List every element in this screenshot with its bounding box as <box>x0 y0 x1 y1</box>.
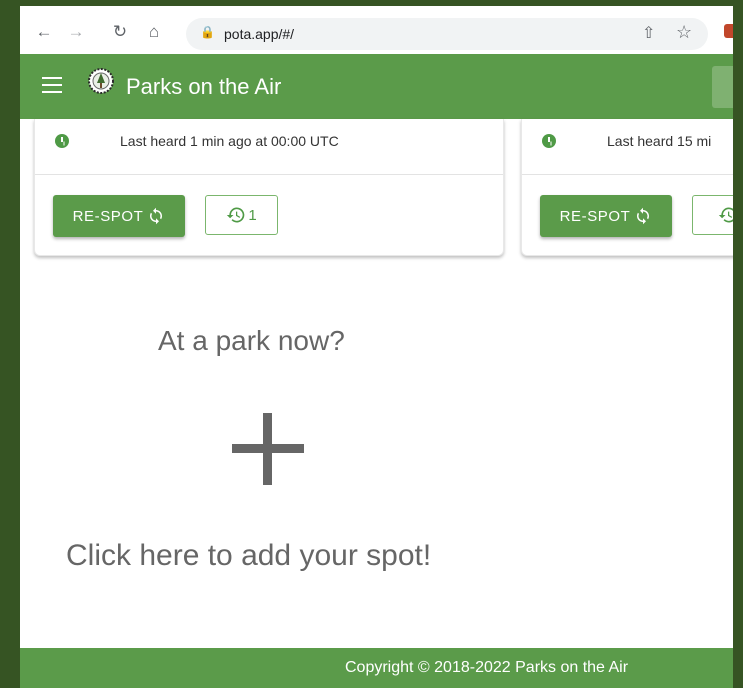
browser-window: ← → ↻ ⌂ 🔒 pota.app/#/ ⇧ ☆ Parks on the A… <box>20 0 733 688</box>
history-count: 1 <box>248 206 257 224</box>
spot-card: Last heard 15 mi RE-SPOT <box>521 119 733 256</box>
respot-button[interactable]: RE-SPOT <box>53 195 185 237</box>
back-icon[interactable]: ← <box>34 21 54 43</box>
home-icon[interactable]: ⌂ <box>144 21 164 43</box>
plus-icon[interactable] <box>232 413 304 485</box>
last-heard-text: Last heard 15 mi <box>607 133 712 149</box>
reload-icon[interactable]: ↻ <box>110 21 130 43</box>
refresh-icon <box>150 207 163 225</box>
share-icon[interactable]: ⇧ <box>642 23 655 43</box>
respot-button[interactable]: RE-SPOT <box>540 195 672 237</box>
last-heard-text: Last heard 1 min ago at 00:00 UTC <box>120 133 339 149</box>
clock-icon <box>542 134 556 148</box>
lock-icon[interactable]: 🔒 <box>200 25 215 39</box>
app-title: Parks on the Air <box>126 74 282 99</box>
respot-label: RE-SPOT <box>559 207 631 225</box>
forward-icon[interactable]: → <box>66 21 86 43</box>
history-icon <box>227 207 245 223</box>
respot-label: RE-SPOT <box>72 207 144 225</box>
clock-icon <box>55 134 69 148</box>
footer: Copyright © 2018-2022 Parks on the Air <box>20 648 733 688</box>
extension-icon[interactable] <box>724 24 733 38</box>
header-action-button[interactable] <box>712 66 733 108</box>
browser-toolbar: ← → ↻ ⌂ 🔒 pota.app/#/ ⇧ ☆ <box>20 0 733 54</box>
last-heard-row: Last heard 15 mi <box>522 119 733 175</box>
spot-history-button[interactable] <box>692 195 733 235</box>
address-bar[interactable]: 🔒 pota.app/#/ ⇧ ☆ <box>186 18 708 50</box>
bookmark-star-icon[interactable]: ☆ <box>676 22 692 43</box>
history-icon <box>718 207 733 223</box>
main-content: Last heard 1 min ago at 00:00 UTC RE-SPO… <box>20 119 733 648</box>
spot-history-button[interactable]: 1 <box>205 195 278 235</box>
app-header: Parks on the Air <box>20 54 733 119</box>
add-spot-link[interactable]: Click here to add your spot! <box>66 539 431 573</box>
refresh-icon <box>637 207 650 225</box>
at-park-prompt: At a park now? <box>158 325 345 356</box>
last-heard-row: Last heard 1 min ago at 00:00 UTC <box>35 119 503 175</box>
copyright-text: Copyright © 2018-2022 Parks on the Air <box>345 659 629 676</box>
spot-card: Last heard 1 min ago at 00:00 UTC RE-SPO… <box>34 119 504 256</box>
url-text[interactable]: pota.app/#/ <box>224 26 294 42</box>
add-spot-area[interactable]: At a park now? Click here to add your sp… <box>50 305 490 605</box>
menu-icon[interactable] <box>42 77 62 95</box>
pota-logo-icon <box>88 68 114 94</box>
